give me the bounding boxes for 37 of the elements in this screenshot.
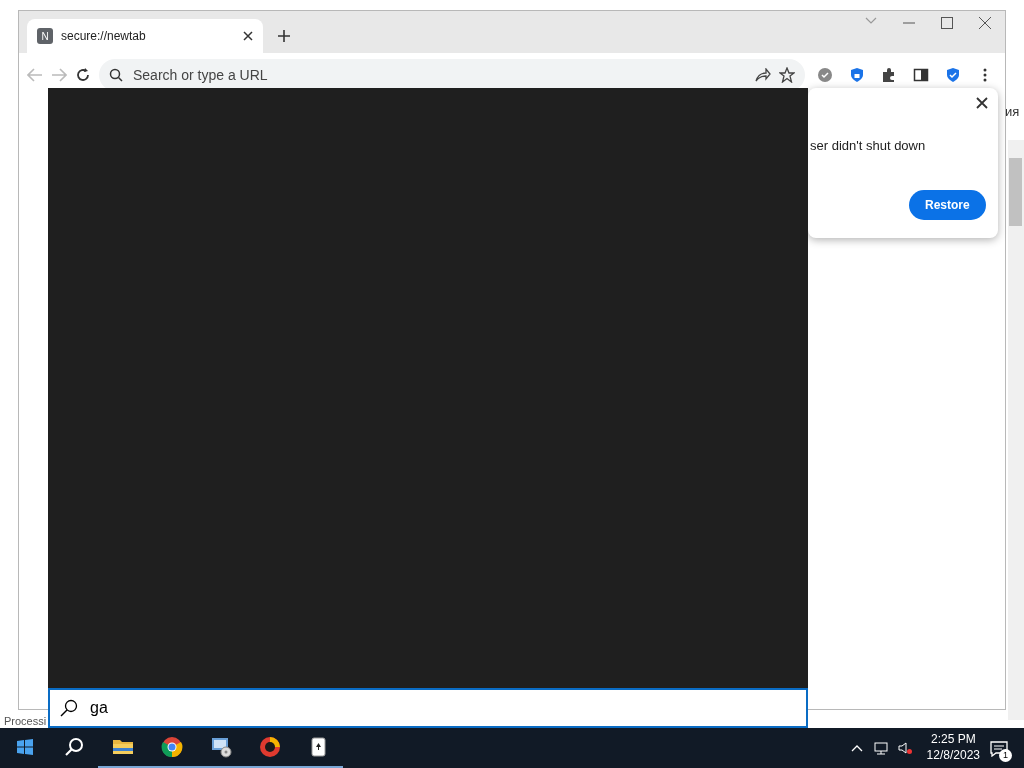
- close-icon[interactable]: [979, 17, 991, 29]
- network-icon[interactable]: [873, 741, 888, 755]
- side-panel-icon[interactable]: [913, 67, 929, 83]
- search-box[interactable]: ga: [48, 688, 808, 728]
- shield-check-icon[interactable]: [945, 67, 961, 83]
- speaker-muted-icon[interactable]: [897, 741, 912, 755]
- restore-button[interactable]: Restore: [909, 190, 986, 220]
- address-input[interactable]: Search or type a URL: [131, 63, 747, 87]
- new-tab-icon[interactable]: [277, 29, 291, 43]
- address-bar[interactable]: Search or type a URL: [99, 59, 805, 91]
- windows-logo-icon: [16, 739, 33, 755]
- clock-time[interactable]: 2:25 PM: [926, 732, 980, 748]
- share-icon[interactable]: [755, 68, 771, 82]
- browser-tab[interactable]: N secure://newtab: [27, 19, 263, 53]
- ring-icon: [258, 736, 281, 758]
- shield-lock-icon[interactable]: [849, 67, 865, 83]
- puzzle-icon[interactable]: [881, 67, 897, 83]
- close-icon[interactable]: [976, 97, 988, 109]
- maximize-icon[interactable]: [941, 17, 953, 29]
- search-icon: [60, 699, 78, 717]
- status-text: Processi: [4, 714, 47, 729]
- notification-count: 1: [999, 749, 1012, 762]
- popup-message: ser didn't shut down: [810, 137, 926, 155]
- tab-title: secure://newtab: [61, 28, 147, 45]
- chrome-icon: [160, 736, 183, 758]
- window-text: ия: [1005, 103, 1020, 121]
- search-icon: [109, 68, 123, 82]
- scrollbar-thumb[interactable]: [1009, 158, 1022, 226]
- star-icon[interactable]: [779, 67, 795, 83]
- message-icon: [990, 740, 1008, 757]
- close-icon[interactable]: [243, 31, 253, 41]
- favicon-icon: N: [37, 28, 53, 44]
- search-icon: [63, 737, 84, 757]
- badge-icon[interactable]: [817, 67, 833, 83]
- computer-disc-icon: [209, 736, 232, 758]
- clock-date[interactable]: 12/8/2023: [926, 748, 980, 764]
- reload-icon[interactable]: [75, 67, 91, 83]
